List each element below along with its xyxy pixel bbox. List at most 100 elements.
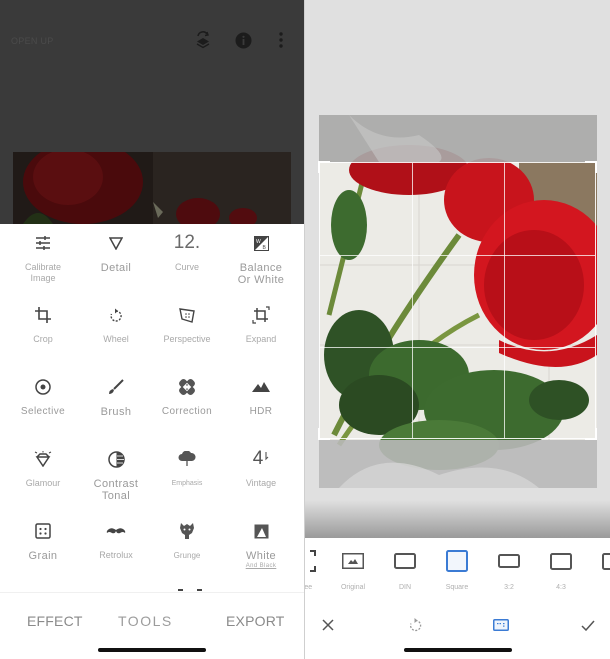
tool-black-white[interactable]: White And Black [223, 512, 299, 584]
tool-label: Calibrate Image [24, 262, 62, 283]
brush-icon [108, 376, 124, 398]
tool-expand[interactable]: Expand [223, 296, 299, 368]
free-crop-icon [305, 548, 316, 574]
aspect-ratio-button[interactable] [489, 615, 513, 635]
crop-handle-bottom-left[interactable] [318, 428, 330, 440]
rect-5-icon [602, 548, 610, 574]
tool-crop[interactable]: Crop [5, 296, 81, 368]
tool-perspective[interactable]: Perspective [149, 296, 225, 368]
tools-screen: OPEN UP Calibrate Image Detail 12. Curve… [0, 0, 304, 659]
tools-grid: Calibrate Image Detail 12. Curve WB Balan… [0, 224, 304, 592]
tab-effect[interactable]: EFFECT [27, 613, 83, 629]
layers-undo-icon[interactable] [193, 30, 213, 50]
tool-label: Glamour [25, 478, 61, 488]
tool-label: Crop [33, 334, 53, 344]
aspect-ratio-bar: Free Original DIN Square 3:2 4:3 5 [305, 538, 610, 600]
info-icon[interactable] [233, 30, 253, 50]
tool-tonal-contrast[interactable]: Contrast Tonal [78, 440, 154, 512]
target-icon [35, 376, 51, 398]
tool-healing[interactable]: Correction [149, 368, 225, 440]
curve-icon: 12. [173, 232, 201, 253]
crop-frame[interactable] [318, 161, 597, 440]
tool-emphasis[interactable]: Emphasis [149, 440, 225, 512]
tool-retrolux[interactable]: Retrolux [78, 512, 154, 584]
more-vert-icon[interactable] [271, 30, 291, 50]
tool-selective[interactable]: Selective [5, 368, 81, 440]
ratio-square[interactable]: Square [433, 548, 481, 591]
grid-line [504, 163, 505, 438]
tool-label: Vintage [245, 478, 277, 488]
grain-dice-icon [35, 520, 51, 542]
vintage-icon: 4 [253, 448, 270, 470]
triangle-down-icon [109, 232, 123, 254]
tonal-contrast-icon [107, 448, 125, 470]
expand-icon [252, 304, 270, 326]
svg-text:W: W [256, 239, 261, 245]
tool-hdr[interactable]: HDR [223, 368, 299, 440]
tool-label: Curve [174, 262, 199, 272]
aspect-ratio-icon [493, 619, 509, 631]
tool-label: Detail [100, 262, 132, 274]
cancel-button[interactable] [316, 615, 340, 635]
home-indicator [404, 648, 512, 652]
crop-handle-top-right[interactable] [585, 161, 597, 173]
ratio-free[interactable]: Free [305, 548, 329, 591]
home-indicator [98, 648, 206, 652]
black-white-icon [254, 520, 269, 542]
crop-handle-bottom-right[interactable] [585, 428, 597, 440]
grid-line [320, 347, 595, 348]
tool-curve[interactable]: 12. Curve [149, 224, 225, 296]
tool-label: Contrast Tonal [93, 478, 139, 502]
healing-bandage-icon [178, 376, 196, 398]
grid-line [412, 163, 413, 438]
tool-label: Balance Or White [237, 262, 285, 286]
ratio-4-3[interactable]: 4:3 [537, 548, 585, 591]
tool-detail[interactable]: Detail [78, 224, 154, 296]
white-balance-icon: WB [253, 232, 269, 254]
tool-label: Brush [100, 406, 132, 418]
canvas-shadow [305, 500, 610, 538]
tool-rotate[interactable]: Wheel [78, 296, 154, 368]
tool-grain[interactable]: Grain [5, 512, 81, 584]
ratio-din[interactable]: DIN [381, 548, 429, 591]
check-icon [581, 620, 595, 631]
rect-4-3-icon [550, 548, 572, 574]
diamond-icon [34, 448, 52, 470]
crop-screen: Free Original DIN Square 3:2 4:3 5 [305, 0, 610, 659]
mustache-icon [106, 520, 126, 542]
crop-icon [35, 304, 51, 326]
close-icon [322, 619, 334, 631]
tool-calibrate-image[interactable]: Calibrate Image [5, 224, 81, 296]
tool-white-balance[interactable]: WB Balance Or White [223, 224, 299, 296]
rotate-icon [409, 618, 421, 632]
tool-grunge[interactable]: Grunge [149, 512, 225, 584]
tool-label: Expand [245, 334, 277, 344]
tool-glamour[interactable]: Glamour [5, 440, 81, 512]
tool-label: Wheel [103, 334, 129, 344]
tune-sliders-icon [35, 232, 51, 254]
tab-tools[interactable]: TOOLS [118, 613, 173, 629]
rect-din-icon [394, 548, 416, 574]
tool-label: Perspective [163, 334, 211, 344]
tool-label: White And Black [245, 550, 277, 569]
square-icon [446, 548, 468, 574]
rect-3-2-icon [498, 548, 520, 574]
rotate-button[interactable] [403, 615, 427, 635]
ratio-original[interactable]: Original [329, 548, 377, 591]
tab-export[interactable]: EXPORT [226, 613, 285, 629]
photo-preview [13, 152, 291, 224]
tool-vintage[interactable]: 4 Vintage [223, 440, 299, 512]
tool-label: Grunge [173, 551, 201, 560]
image-icon [342, 548, 364, 574]
drag-handle[interactable] [178, 589, 202, 591]
crop-handle-top-left[interactable] [318, 161, 330, 173]
ratio-3-2[interactable]: 3:2 [485, 548, 533, 591]
rotate-icon [109, 304, 123, 326]
ratio-5[interactable]: 5 [589, 548, 610, 591]
dimmed-editor-overlay: OPEN UP [0, 0, 304, 224]
apply-button[interactable] [576, 615, 600, 635]
tool-brush[interactable]: Brush [78, 368, 154, 440]
cloud-icon [178, 448, 196, 470]
open-button[interactable]: OPEN UP [11, 36, 54, 46]
tool-label: Emphasis [171, 480, 203, 487]
